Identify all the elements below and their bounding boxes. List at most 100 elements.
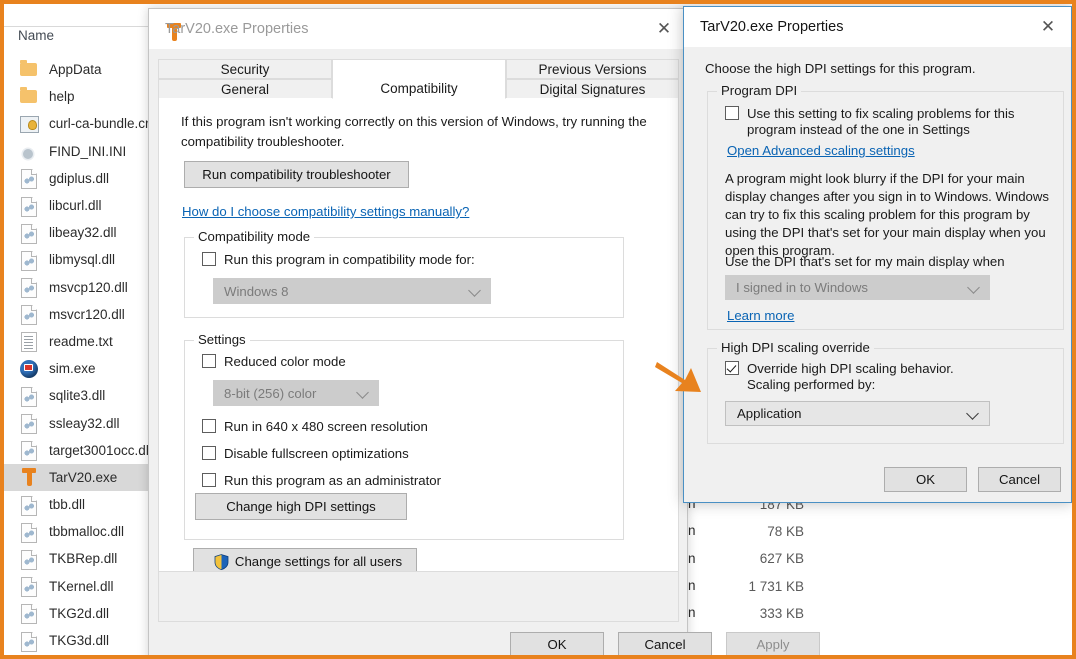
override-high-dpi-scaling-checkbox[interactable] — [725, 361, 739, 375]
compat-cancel-button[interactable]: Cancel — [618, 632, 712, 657]
certificate-icon — [18, 114, 40, 134]
chevron-down-icon — [967, 280, 980, 294]
compat-mode-version-select[interactable]: Windows 8 — [213, 278, 491, 304]
tab-label: General — [220, 81, 270, 97]
file-name: libmysql.dll — [49, 252, 116, 268]
file-name: target3001occ.dl — [49, 442, 149, 458]
tab-digital-signatures[interactable]: Digital Signatures — [506, 79, 679, 99]
compatibility-mode-group: Compatibility mode Run this program in c… — [184, 229, 624, 318]
dll-file-icon — [18, 250, 40, 271]
file-size-cell: 1 731 KB — [748, 578, 804, 594]
scaling-performed-by-select[interactable]: Application — [725, 401, 990, 426]
color-depth-value: 8-bit (256) color — [224, 385, 317, 401]
reduced-color-mode-checkbox[interactable] — [202, 354, 216, 368]
compat-ok-button[interactable]: OK — [510, 632, 604, 657]
group-legend: High DPI scaling override — [717, 340, 874, 355]
tab-previous-versions[interactable]: Previous Versions — [506, 59, 679, 79]
close-icon[interactable]: ✕ — [641, 9, 687, 49]
main-display-dpi-label: Use the DPI that's set for my main displ… — [725, 254, 1005, 269]
file-type-fragment: n — [688, 577, 696, 593]
dll-file-icon — [18, 603, 40, 625]
override-scaling-label-line1: Override high DPI scaling behavior. — [747, 361, 954, 376]
override-scaling-row[interactable]: Override high DPI scaling behavior. Scal… — [725, 361, 954, 393]
dialog-footer — [159, 571, 678, 621]
tab-label: Previous Versions — [538, 61, 647, 77]
folder-icon — [18, 59, 40, 80]
file-name: libeay32.dll — [49, 225, 117, 241]
dpi-ok-button[interactable]: OK — [884, 467, 967, 492]
file-name: TKG3d.dll — [49, 633, 110, 649]
reduced-color-mode-row[interactable]: Reduced color mode — [202, 354, 346, 369]
high-dpi-settings-dialog: TarV20.exe Properties ✕ Choose the high … — [683, 6, 1072, 503]
fix-scaling-label: Use this setting to fix scaling problems… — [747, 106, 1015, 137]
tar-app-icon — [18, 467, 40, 487]
tab-compatibility[interactable]: Compatibility — [332, 59, 506, 99]
group-legend: Settings — [194, 332, 250, 347]
run-640x480-row[interactable]: Run in 640 x 480 screen resolution — [202, 419, 428, 434]
file-name: gdiplus.dll — [49, 170, 110, 186]
run-compatibility-troubleshooter-button[interactable]: Run compatibility troubleshooter — [184, 161, 409, 188]
group-legend: Compatibility mode — [194, 229, 315, 244]
file-name: TKernel.dll — [49, 578, 114, 594]
file-name: libcurl.dll — [49, 198, 102, 214]
run-640x480-checkbox[interactable] — [202, 419, 216, 433]
override-scaling-label-line2: Scaling performed by: — [747, 377, 876, 392]
run-in-compat-mode-checkbox[interactable] — [202, 252, 216, 266]
choose-settings-manually-link[interactable]: How do I choose compatibility settings m… — [182, 204, 469, 219]
file-name: help — [49, 89, 75, 105]
color-depth-select[interactable]: 8-bit (256) color — [213, 380, 379, 406]
tab-general[interactable]: General — [158, 79, 332, 99]
file-name: tbb.dll — [49, 497, 86, 513]
intro-text: If this program isn't working correctly … — [181, 114, 647, 149]
file-name: TKG2d.dll — [49, 605, 110, 621]
disable-fullscreen-row[interactable]: Disable fullscreen optimizations — [202, 446, 409, 461]
open-advanced-scaling-settings-link[interactable]: Open Advanced scaling settings — [727, 143, 915, 158]
dll-file-icon — [18, 304, 40, 326]
screenshot-root: Name AppData help curl-ca-bundle.cr FIND_IN… — [0, 0, 1076, 659]
group-legend: Program DPI — [717, 83, 802, 98]
dll-file-icon — [18, 223, 40, 244]
fix-scaling-row[interactable]: Use this setting to fix scaling problems… — [725, 106, 1047, 138]
file-size-cell: 333 KB — [759, 605, 804, 621]
change-settings-all-users-label: Change settings for all users — [234, 554, 403, 569]
file-name: tbbmalloc.dll — [49, 524, 125, 540]
learn-more-link[interactable]: Learn more — [727, 308, 794, 323]
run-640x480-label: Run in 640 x 480 screen resolution — [224, 419, 428, 434]
file-name: readme.txt — [49, 333, 113, 349]
run-in-compat-mode-row[interactable]: Run this program in compatibility mode f… — [202, 252, 475, 267]
file-size-cell: 627 KB — [759, 551, 804, 567]
dll-file-icon — [18, 495, 40, 516]
dpi-intro-text: Choose the high DPI settings for this pr… — [705, 61, 976, 76]
dpi-explanation-paragraph: A program might look blurry if the DPI f… — [725, 171, 1049, 258]
file-name: TarV20.exe — [49, 469, 118, 485]
file-type-fragment: n — [688, 605, 696, 620]
dialog-title: TarV20.exe Properties — [700, 19, 844, 35]
dialog-title: TarV20.exe Properties — [165, 21, 309, 37]
change-high-dpi-settings-button[interactable]: Change high DPI settings — [195, 493, 407, 520]
dll-file-icon — [18, 277, 40, 299]
chevron-down-icon — [468, 284, 481, 297]
tab-panel-compatibility: If this program isn't working correctly … — [158, 98, 679, 622]
close-icon[interactable]: ✕ — [1025, 7, 1071, 47]
dialog-titlebar: TarV20.exe Properties ✕ — [684, 7, 1071, 47]
text-file-icon — [18, 331, 40, 353]
program-dpi-group: Program DPI Use this setting to fix scal… — [707, 83, 1064, 330]
column-header-name[interactable]: Name — [18, 28, 54, 43]
dpi-cancel-button[interactable]: Cancel — [978, 467, 1061, 492]
disable-fullscreen-checkbox[interactable] — [202, 446, 216, 460]
main-display-dpi-select[interactable]: I signed in to Windows — [725, 275, 990, 300]
file-name: curl-ca-bundle.cr — [49, 116, 150, 132]
run-as-admin-row[interactable]: Run this program as an administrator — [202, 473, 441, 488]
scaling-performed-by-value: Application — [737, 406, 802, 421]
run-as-admin-checkbox[interactable] — [202, 473, 216, 487]
high-dpi-override-group: High DPI scaling override Override high … — [707, 340, 1064, 444]
run-as-admin-label: Run this program as an administrator — [224, 473, 441, 488]
tab-label: Digital Signatures — [539, 81, 646, 97]
tab-strip: SecurityDetailsPrevious VersionsGeneralC… — [158, 59, 679, 99]
fix-scaling-checkbox[interactable] — [725, 106, 739, 120]
file-name: sim.exe — [49, 361, 96, 377]
dll-file-icon — [18, 522, 40, 543]
tab-security[interactable]: Security — [158, 59, 332, 79]
file-name: msvcp120.dll — [49, 279, 128, 295]
reduced-color-mode-label: Reduced color mode — [224, 354, 346, 369]
